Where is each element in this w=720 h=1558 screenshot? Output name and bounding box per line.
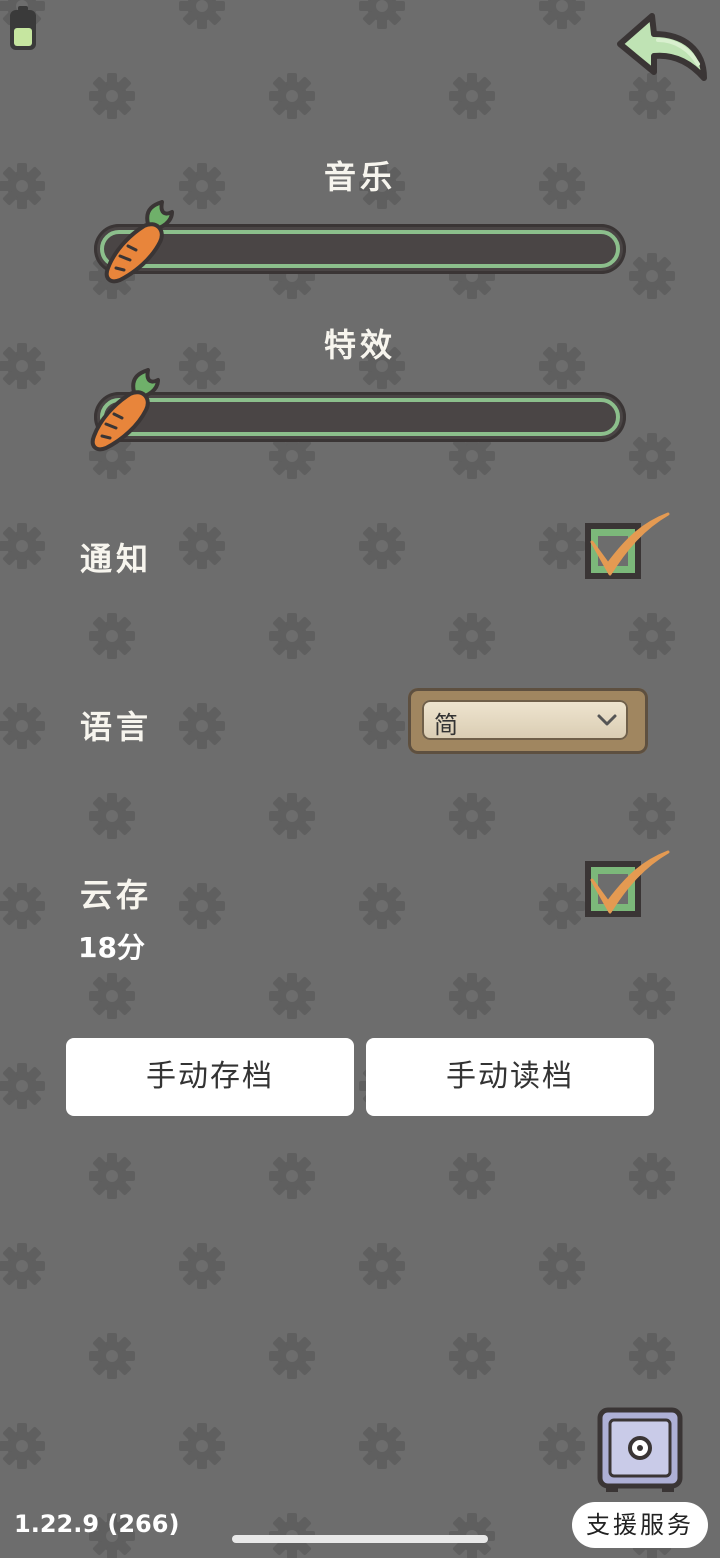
gear-icon xyxy=(539,1243,585,1289)
gear-icon xyxy=(359,1423,405,1469)
gear-icon xyxy=(359,703,405,749)
gear-icon xyxy=(89,613,135,659)
slider-track xyxy=(100,398,620,436)
cloud-save-label: 云存 xyxy=(80,876,153,914)
gear-icon xyxy=(539,883,585,929)
gear-icon xyxy=(269,793,315,839)
language-selected-value: 简 xyxy=(434,711,458,739)
carrot-icon[interactable] xyxy=(86,368,170,456)
gear-icon xyxy=(629,613,675,659)
gear-icon xyxy=(179,1243,225,1289)
gear-icon xyxy=(629,1333,675,1379)
gear-icon xyxy=(89,1333,135,1379)
gear-icon xyxy=(449,1333,495,1379)
gear-icon xyxy=(269,973,315,1019)
gear-icon xyxy=(179,1423,225,1469)
safe-icon[interactable] xyxy=(594,1402,686,1494)
gear-icon xyxy=(89,793,135,839)
gear-icon xyxy=(179,523,225,569)
gear-icon xyxy=(539,1423,585,1469)
gear-icon xyxy=(449,613,495,659)
settings-screen: 音乐 特效 通知 语言 简 云存 18分 手动存档 手动读档 支援服务 1.22… xyxy=(0,0,720,1558)
gear-icon xyxy=(449,793,495,839)
language-label: 语言 xyxy=(80,708,153,746)
gear-icon xyxy=(269,1153,315,1199)
gear-icon xyxy=(269,613,315,659)
gear-icon xyxy=(179,703,225,749)
carrot-icon[interactable] xyxy=(100,200,184,288)
gear-icon xyxy=(179,883,225,929)
gear-icon xyxy=(449,973,495,1019)
gear-icon xyxy=(359,883,405,929)
gear-icon xyxy=(449,1153,495,1199)
notification-checkbox[interactable] xyxy=(582,508,672,584)
gear-icon xyxy=(179,0,225,29)
gear-icon xyxy=(449,73,495,119)
gear-icon xyxy=(89,1153,135,1199)
back-arrow-icon[interactable] xyxy=(614,10,710,86)
gear-icon xyxy=(629,1153,675,1199)
sfx-title: 特效 xyxy=(323,326,396,364)
gear-icon xyxy=(629,973,675,1019)
home-indicator[interactable] xyxy=(232,1535,488,1543)
gear-icon xyxy=(0,703,46,749)
gear-icon xyxy=(269,1333,315,1379)
language-dropdown-field: 简 xyxy=(422,700,628,740)
support-service-button[interactable]: 支援服务 xyxy=(572,1502,708,1548)
chevron-down-icon xyxy=(597,714,617,726)
gear-icon xyxy=(0,883,46,929)
version-text: 1.22.9 (266) xyxy=(14,1510,180,1538)
gear-icon xyxy=(0,1423,46,1469)
gear-icon xyxy=(629,793,675,839)
cloud-save-checkbox[interactable] xyxy=(582,846,672,922)
manual-save-button[interactable]: 手动存档 xyxy=(66,1038,354,1116)
gear-icon xyxy=(629,433,675,479)
battery-icon xyxy=(10,6,36,50)
cloud-save-time: 18分 xyxy=(78,931,145,964)
gear-icon xyxy=(89,973,135,1019)
gear-icon xyxy=(89,73,135,119)
gear-icon xyxy=(0,523,46,569)
gear-icon xyxy=(359,1243,405,1289)
notification-label: 通知 xyxy=(80,540,153,578)
manual-load-button[interactable]: 手动读档 xyxy=(366,1038,654,1116)
gear-icon xyxy=(359,523,405,569)
gear-icon xyxy=(629,253,675,299)
language-dropdown[interactable]: 简 xyxy=(408,688,648,754)
gear-icon xyxy=(539,0,585,29)
music-title: 音乐 xyxy=(323,158,396,196)
gear-icon xyxy=(0,1243,46,1289)
gear-icon xyxy=(359,0,405,29)
gear-icon xyxy=(539,523,585,569)
gear-icon xyxy=(0,1063,46,1109)
sfx-volume-slider[interactable] xyxy=(94,392,626,442)
gear-icon xyxy=(269,73,315,119)
